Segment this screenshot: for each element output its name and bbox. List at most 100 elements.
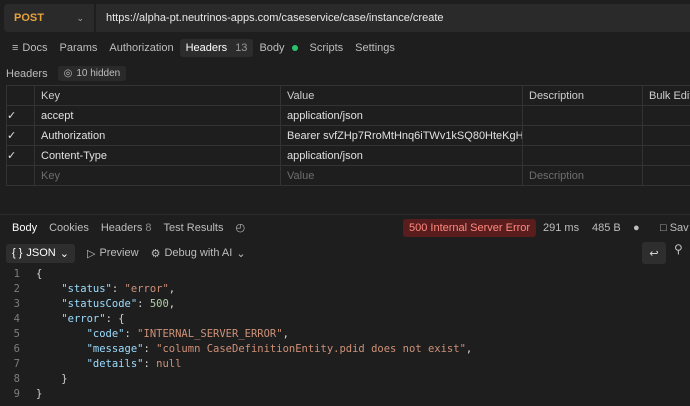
- line-number: 3: [13, 297, 20, 310]
- response-tab-headers[interactable]: Headers 8: [95, 222, 158, 234]
- request-tabs: ≡ Docs Params Authorization Headers 13 B…: [6, 38, 401, 58]
- response-headers-count: 8: [145, 221, 152, 234]
- headers-table: Key Value Description Bulk Edit ✓ accept…: [6, 85, 690, 186]
- code-line: 7 "details": null: [0, 356, 690, 371]
- check-icon: ✓: [7, 150, 17, 162]
- code-text: "statusCode": 500,: [61, 297, 176, 310]
- tab-label: Headers: [100, 221, 143, 234]
- table-row: ✓ Content-Type application/json: [6, 145, 690, 166]
- debug-label: Debug with AI: [164, 247, 233, 259]
- tab-settings[interactable]: Settings: [349, 39, 401, 57]
- code-line: 5 "code": "INTERNAL_SERVER_ERROR",: [0, 326, 690, 341]
- line-number: 8: [13, 372, 20, 385]
- tab-params[interactable]: Params: [53, 39, 103, 57]
- tab-label: Body: [259, 42, 285, 54]
- header-key[interactable]: accept: [34, 105, 281, 126]
- response-body-viewer[interactable]: 1 { 2 "status": "error", 3 "statusCode": …: [0, 266, 690, 401]
- row-checkbox[interactable]: ✓: [6, 145, 35, 166]
- tab-label: Headers: [185, 42, 228, 54]
- row-checkbox-empty: [6, 165, 35, 186]
- header-key[interactable]: Authorization: [34, 125, 281, 146]
- eye-icon: ◎: [63, 68, 73, 79]
- column-value: Value: [280, 85, 523, 106]
- tab-scripts[interactable]: Scripts: [304, 39, 350, 57]
- tab-body[interactable]: Body: [253, 39, 303, 57]
- key-placeholder[interactable]: Key: [34, 165, 281, 186]
- response-tab-test-results[interactable]: Test Results: [158, 222, 230, 234]
- header-description[interactable]: [522, 125, 643, 146]
- line-number: 7: [13, 357, 20, 370]
- row-actions: [642, 125, 690, 146]
- check-icon: ✓: [7, 110, 17, 122]
- ai-icon: ⚙: [150, 247, 161, 260]
- header-value[interactable]: application/json: [280, 105, 523, 126]
- method-select[interactable]: POST ⌄: [4, 4, 94, 32]
- header-description[interactable]: [522, 145, 643, 166]
- response-tab-cookies[interactable]: Cookies: [43, 222, 95, 234]
- description-placeholder[interactable]: Description: [522, 165, 643, 186]
- headers-section-title: Headers: [6, 67, 48, 80]
- braces-icon: { }: [12, 247, 23, 259]
- code-text: }: [36, 372, 68, 385]
- response-tab-body[interactable]: Body: [6, 222, 43, 234]
- row-checkbox[interactable]: ✓: [6, 105, 35, 126]
- line-number: 4: [13, 312, 20, 325]
- table-row: ✓ Authorization Bearer svfZHp7RroMtHnq6i…: [6, 125, 690, 146]
- response-size[interactable]: 485 B: [592, 222, 621, 234]
- header-value[interactable]: application/json: [280, 145, 523, 166]
- save-icon: □: [660, 221, 667, 234]
- value-placeholder[interactable]: Value: [280, 165, 523, 186]
- search-icon[interactable]: ⚲: [674, 242, 683, 256]
- response-time[interactable]: 291 ms: [543, 222, 579, 234]
- line-number: 1: [13, 267, 20, 280]
- code-line: 2 "status": "error",: [0, 281, 690, 296]
- code-line: 9}: [0, 386, 690, 401]
- table-header-row: Key Value Description Bulk Edit: [6, 85, 690, 106]
- tab-authorization[interactable]: Authorization: [103, 39, 179, 57]
- debug-with-ai-button[interactable]: ⚙ Debug with AI ⌄: [151, 247, 246, 260]
- column-key: Key: [34, 85, 281, 106]
- code-line: 4 "error": {: [0, 311, 690, 326]
- preview-label: Preview: [99, 247, 139, 259]
- save-response-button[interactable]: □ Sav: [660, 222, 689, 234]
- history-icon[interactable]: ◴: [229, 221, 251, 234]
- code-text: {: [36, 267, 43, 280]
- status-badge[interactable]: 500 Internal Server Error: [403, 218, 537, 237]
- column-checkbox: [6, 85, 35, 106]
- code-text: }: [36, 387, 43, 400]
- docs-icon: ≡: [12, 42, 19, 54]
- line-number: 5: [13, 327, 20, 340]
- globe-icon[interactable]: ●: [633, 222, 640, 234]
- code-text: "status": "error",: [61, 282, 176, 295]
- tab-label: Scripts: [309, 42, 344, 54]
- column-description: Description: [522, 85, 643, 106]
- table-row-new: Key Value Description: [6, 165, 690, 186]
- format-select[interactable]: { } JSON ⌄: [6, 243, 75, 263]
- code-line: 8 }: [0, 371, 690, 386]
- wrap-icon: ↩: [649, 247, 659, 260]
- save-label: Sav: [669, 221, 689, 234]
- hidden-count: 10 hidden: [76, 68, 121, 79]
- row-checkbox[interactable]: ✓: [6, 125, 35, 146]
- tab-docs[interactable]: ≡ Docs: [6, 39, 53, 57]
- header-description[interactable]: [522, 105, 643, 126]
- play-icon: ▷: [86, 247, 96, 260]
- tab-headers[interactable]: Headers 13: [179, 39, 254, 57]
- code-text: "message": "column CaseDefinitionEntity.…: [86, 342, 473, 355]
- headers-section-bar: Headers ◎ 10 hidden: [6, 66, 127, 81]
- code-text: "error": {: [61, 312, 125, 325]
- preview-button[interactable]: ▷ Preview: [87, 247, 139, 260]
- request-url-bar: POST ⌄ https://alpha-pt.neutrinos-apps.c…: [4, 4, 690, 32]
- line-number: 6: [13, 342, 20, 355]
- row-actions: [642, 145, 690, 166]
- header-key[interactable]: Content-Type: [34, 145, 281, 166]
- hidden-headers-toggle[interactable]: ◎ 10 hidden: [57, 66, 127, 81]
- wrap-lines-button[interactable]: ↩: [642, 242, 666, 264]
- header-value[interactable]: Bearer svfZHp7RroMtHnq6iTWv1kSQ80HteKgH.…: [280, 125, 523, 146]
- tab-label: Docs: [22, 42, 48, 54]
- url-input[interactable]: https://alpha-pt.neutrinos-apps.com/case…: [96, 4, 690, 32]
- bulk-edit-link[interactable]: Bulk Edit: [642, 85, 690, 106]
- tab-label: Settings: [355, 42, 395, 54]
- line-number: 9: [13, 387, 20, 400]
- chevron-down-icon: ⌄: [76, 12, 84, 23]
